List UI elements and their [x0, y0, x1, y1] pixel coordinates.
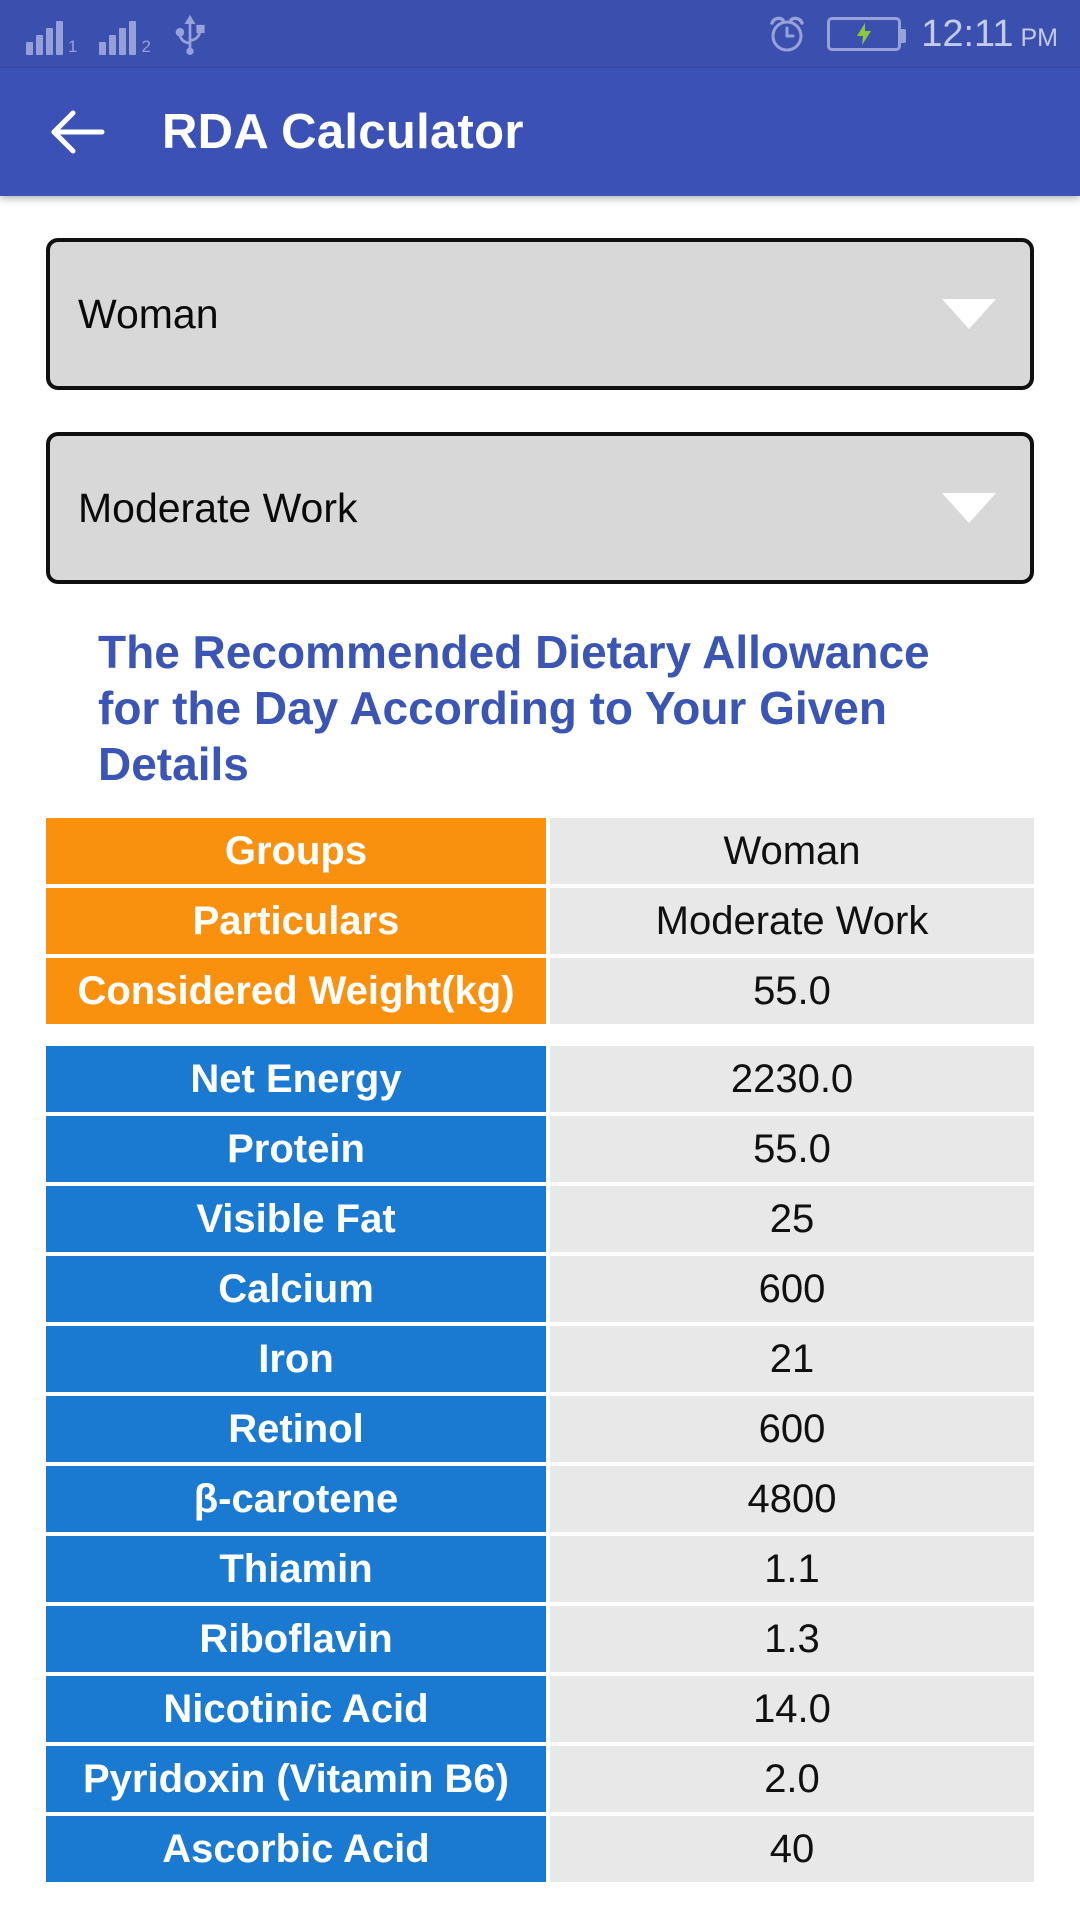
row-value: Moderate Work — [550, 888, 1034, 955]
row-value: 1.3 — [550, 1606, 1034, 1673]
rda-results-table: Groups Woman Particulars Moderate Work C… — [46, 818, 1034, 1883]
table-row: Retinol 600 — [46, 1396, 1034, 1463]
signal-bars-2-icon: 2 — [99, 21, 151, 56]
row-value: 2230.0 — [550, 1046, 1034, 1113]
row-label: Visible Fat — [46, 1186, 546, 1253]
activity-spinner[interactable]: Moderate Work — [46, 432, 1034, 584]
row-value: 1.1 — [550, 1536, 1034, 1603]
row-label: Calcium — [46, 1256, 546, 1323]
table-row: Calcium 600 — [46, 1256, 1034, 1323]
clock-ampm: PM — [1020, 24, 1059, 52]
row-label: Particulars — [46, 888, 546, 955]
row-value: 25 — [550, 1186, 1034, 1253]
group-spinner[interactable]: Woman — [46, 238, 1034, 390]
alarm-icon — [770, 16, 804, 52]
app-bar: RDA Calculator — [0, 68, 1080, 196]
row-value: 600 — [550, 1396, 1034, 1463]
group-spinner-value: Woman — [78, 290, 219, 337]
row-label: Nicotinic Acid — [46, 1676, 546, 1743]
signal-2-label: 2 — [141, 37, 151, 56]
row-value: 600 — [550, 1256, 1034, 1323]
table-section-gap — [46, 1028, 1034, 1046]
usb-icon — [175, 14, 205, 55]
status-bar-right-icons: 12:11 PM — [767, 14, 1058, 54]
main-content: Woman Moderate Work The Recommended Diet… — [0, 238, 1080, 1883]
row-value: Woman — [550, 818, 1034, 885]
row-label: Groups — [46, 818, 546, 885]
row-value: 55.0 — [550, 1116, 1034, 1183]
row-label: Net Energy — [46, 1046, 546, 1113]
activity-spinner-value: Moderate Work — [78, 484, 358, 531]
row-label: Considered Weight(kg) — [46, 958, 546, 1025]
page-title: RDA Calculator — [162, 105, 524, 159]
battery-charging-icon — [827, 17, 907, 51]
results-headline: The Recommended Dietary Allowance for th… — [98, 626, 930, 791]
caret-down-icon — [942, 299, 996, 329]
signal-bars-1-icon: 1 — [26, 21, 77, 55]
table-row: Iron 21 — [46, 1326, 1034, 1393]
row-value: 4800 — [550, 1466, 1034, 1533]
row-value: 2.0 — [550, 1746, 1034, 1813]
table-row: Net Energy 2230.0 — [46, 1046, 1034, 1113]
row-label: Protein — [46, 1116, 546, 1183]
row-label: Retinol — [46, 1396, 546, 1463]
table-row: Riboflavin 1.3 — [46, 1606, 1034, 1673]
table-row: Ascorbic Acid 40 — [46, 1816, 1034, 1883]
row-value: 40 — [550, 1816, 1034, 1883]
back-arrow-icon[interactable] — [50, 109, 106, 155]
row-label: β-carotene — [46, 1466, 546, 1533]
table-row: Groups Woman — [46, 818, 1034, 885]
row-label: Pyridoxin (Vitamin B6) — [46, 1746, 546, 1813]
table-row: Thiamin 1.1 — [46, 1536, 1034, 1603]
table-row: Particulars Moderate Work — [46, 888, 1034, 955]
row-label: Thiamin — [46, 1536, 546, 1603]
table-row: Considered Weight(kg) 55.0 — [46, 958, 1034, 1025]
row-label: Ascorbic Acid — [46, 1816, 546, 1883]
row-value: 55.0 — [550, 958, 1034, 1025]
row-label: Iron — [46, 1326, 546, 1393]
table-row: Visible Fat 25 — [46, 1186, 1034, 1253]
table-row: Nicotinic Acid 14.0 — [46, 1676, 1034, 1743]
status-bar-clock: 12:11 PM — [921, 15, 1058, 53]
table-row: β-carotene 4800 — [46, 1466, 1034, 1533]
status-bar-left-icons: 1 2 — [26, 13, 207, 55]
status-bar: 1 2 12:11 PM — [0, 0, 1080, 68]
clock-time: 12:11 — [921, 13, 1014, 55]
row-value: 21 — [550, 1326, 1034, 1393]
table-row: Pyridoxin (Vitamin B6) 2.0 — [46, 1746, 1034, 1813]
row-label: Riboflavin — [46, 1606, 546, 1673]
caret-down-icon — [942, 493, 996, 523]
signal-1-label: 1 — [68, 37, 78, 56]
table-row: Protein 55.0 — [46, 1116, 1034, 1183]
row-value: 14.0 — [550, 1676, 1034, 1743]
